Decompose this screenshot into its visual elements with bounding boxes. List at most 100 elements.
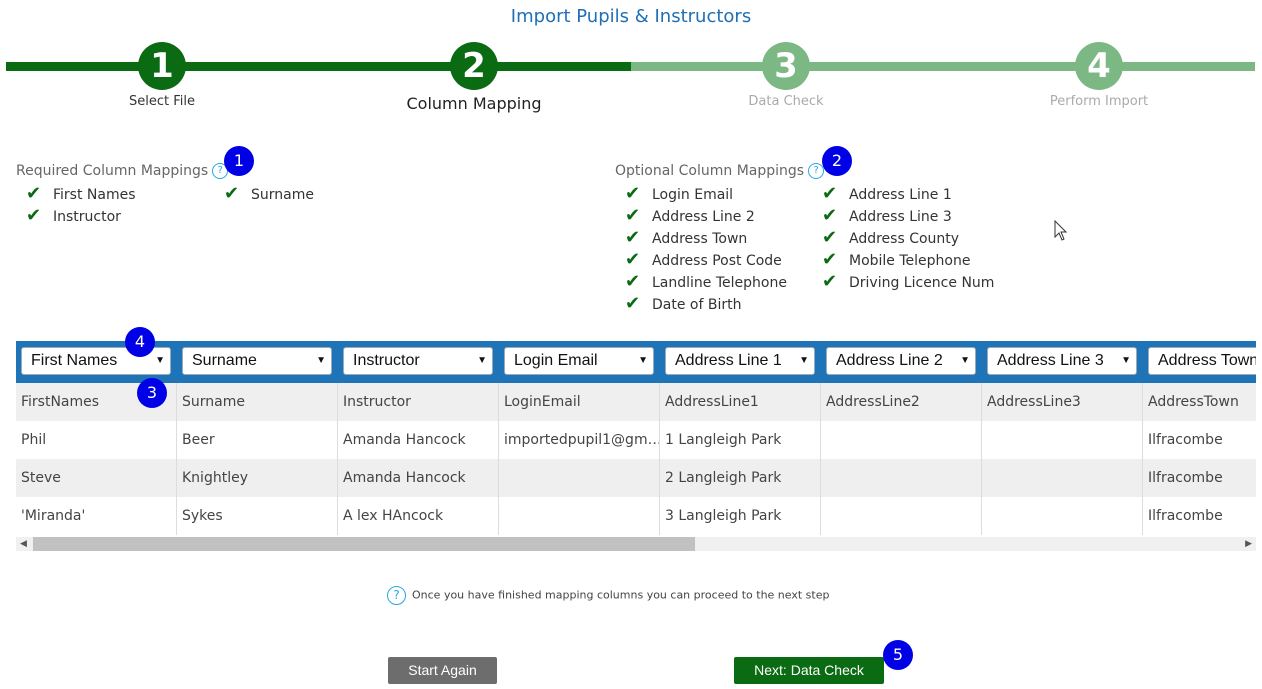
table-cell: Ilfracombe — [1148, 432, 1223, 448]
table-cell: Ilfracombe — [1148, 470, 1223, 486]
optional-item: ✔ Address Town — [625, 227, 747, 249]
check-icon: ✔ — [822, 249, 838, 270]
table-cell: AddressLine1 — [660, 383, 821, 421]
check-icon: ✔ — [625, 271, 641, 292]
select-value: Address Line 1 — [675, 352, 782, 369]
optional-item-label: Driving Licence Num — [849, 275, 995, 291]
step-3-label: Data Check — [748, 94, 824, 109]
hint-text: Once you have finished mapping columns y… — [412, 588, 830, 602]
table-cell: Surname — [177, 383, 338, 421]
check-icon: ✔ — [625, 293, 641, 314]
table-cell: 'Miranda' — [16, 497, 177, 535]
table-row: FirstNames Surname Instructor LoginEmail… — [16, 383, 1256, 421]
dropdown-arrow-icon: ▼ — [638, 355, 648, 366]
required-item-label: Surname — [251, 187, 314, 203]
required-item: ✔ Surname — [224, 183, 314, 205]
step-3-circle: 3 — [762, 42, 810, 90]
dropdown-arrow-icon: ▼ — [316, 355, 326, 366]
table-cell — [499, 497, 660, 535]
column-mapping-select[interactable]: Surname ▼ — [182, 347, 332, 375]
progress-bar-completed — [6, 62, 631, 71]
required-item-label: Instructor — [53, 209, 121, 225]
table-cell: 2 Langleigh Park — [660, 459, 821, 497]
table-cell — [499, 459, 660, 497]
step-4-circle: 4 — [1075, 42, 1123, 90]
scrollbar-thumb[interactable] — [33, 537, 695, 551]
optional-item: ✔ Landline Telephone — [625, 271, 787, 293]
table-cell: Instructor — [338, 383, 499, 421]
select-value: Surname — [192, 352, 257, 369]
scroll-left-icon[interactable]: ◀ — [20, 537, 27, 551]
required-item: ✔ First Names — [26, 183, 136, 205]
table-cell: Amanda Hancock — [338, 459, 499, 497]
table-cell: 1 Langleigh Park — [660, 421, 821, 459]
table-cell — [982, 421, 1143, 459]
column-mapping-select[interactable]: Address Line 2 ▼ — [826, 347, 976, 375]
table-cell: Knightley — [177, 459, 338, 497]
column-mapping-select[interactable]: Address Line 1 ▼ — [665, 347, 815, 375]
table-cell: LoginEmail — [499, 383, 660, 421]
table-cell: Steve — [16, 459, 177, 497]
column-mapping-select[interactable]: Address Town — [1148, 347, 1256, 375]
step-4-label: Perform Import — [1049, 94, 1149, 109]
required-mappings-title: Required Column Mappings — [16, 163, 209, 179]
page-title: Import Pupils & Instructors — [510, 6, 752, 27]
optional-item-label: Mobile Telephone — [849, 253, 971, 269]
optional-item: ✔ Mobile Telephone — [822, 249, 970, 271]
table-cell: AddressLine2 — [821, 383, 982, 421]
select-value: Address Line 2 — [836, 352, 943, 369]
table-cell: importedpupil1@gm… — [499, 421, 660, 459]
column-mapping-select[interactable]: Address Line 3 ▼ — [987, 347, 1137, 375]
optional-item: ✔ Address Line 2 — [625, 205, 755, 227]
mapping-header-row: First Names ▼ Surname ▼ Instructor ▼ Login … — [16, 341, 1256, 383]
optional-item: ✔ Date of Birth — [625, 293, 741, 315]
table-cell — [821, 459, 982, 497]
next-data-check-button[interactable]: Next: Data Check — [734, 657, 884, 684]
optional-item-label: Address Line 1 — [849, 187, 952, 203]
select-value: Address Line 3 — [997, 352, 1104, 369]
table-cell — [982, 497, 1143, 535]
required-mappings-heading: Required Column Mappings? — [16, 163, 229, 179]
column-mapping-select[interactable]: Login Email ▼ — [504, 347, 654, 375]
check-icon: ✔ — [224, 183, 240, 204]
select-value: Address Town — [1158, 352, 1256, 369]
optional-mappings-heading: Optional Column Mappings? — [615, 163, 825, 179]
table-cell: Amanda Hancock — [338, 421, 499, 459]
check-icon: ✔ — [625, 227, 641, 248]
required-item-label: First Names — [53, 187, 136, 203]
mouse-cursor-icon — [1054, 220, 1068, 241]
check-icon: ✔ — [625, 183, 641, 204]
step-2-circle: 2 — [450, 42, 498, 90]
dropdown-arrow-icon: ▼ — [799, 355, 809, 366]
start-again-button[interactable]: Start Again — [388, 657, 497, 684]
optional-item: ✔ Address County — [822, 227, 959, 249]
table-row: Steve Knightley Amanda Hancock 2 Langlei… — [16, 459, 1256, 497]
table-cell: Beer — [177, 421, 338, 459]
table-row: 'Miranda' Sykes A lex HAncock 3 Langleig… — [16, 497, 1256, 535]
column-mapping-select[interactable]: Instructor ▼ — [343, 347, 493, 375]
check-icon: ✔ — [822, 205, 838, 226]
select-value: Instructor — [353, 352, 420, 369]
optional-item: ✔ Login Email — [625, 183, 733, 205]
step-1-label: Select File — [129, 94, 195, 109]
check-icon: ✔ — [625, 249, 641, 270]
horizontal-scrollbar[interactable]: ◀ ▶ — [16, 537, 1256, 551]
check-icon: ✔ — [26, 183, 42, 204]
table-cell: A lex HAncock — [338, 497, 499, 535]
optional-item-label: Date of Birth — [652, 297, 742, 313]
dropdown-arrow-icon: ▼ — [155, 355, 165, 366]
optional-item-label: Address Town — [652, 231, 748, 247]
table-cell: Ilfracombe — [1148, 508, 1223, 524]
annotation-badge: 3 — [137, 378, 167, 408]
step-2-label: Column Mapping — [406, 94, 542, 113]
annotation-badge: 4 — [125, 327, 155, 357]
optional-item-label: Login Email — [652, 187, 734, 203]
optional-item: ✔ Address Line 1 — [822, 183, 952, 205]
table-row: Phil Beer Amanda Hancock importedpupil1@… — [16, 421, 1256, 459]
mapping-grid: First Names ▼ Surname ▼ Instructor ▼ Login … — [16, 341, 1256, 537]
dropdown-arrow-icon: ▼ — [477, 355, 487, 366]
table-cell: AddressLine3 — [982, 383, 1143, 421]
optional-item-label: Address County — [849, 231, 960, 247]
scroll-right-icon[interactable]: ▶ — [1245, 537, 1252, 551]
step-1-circle: 1 — [138, 42, 186, 90]
